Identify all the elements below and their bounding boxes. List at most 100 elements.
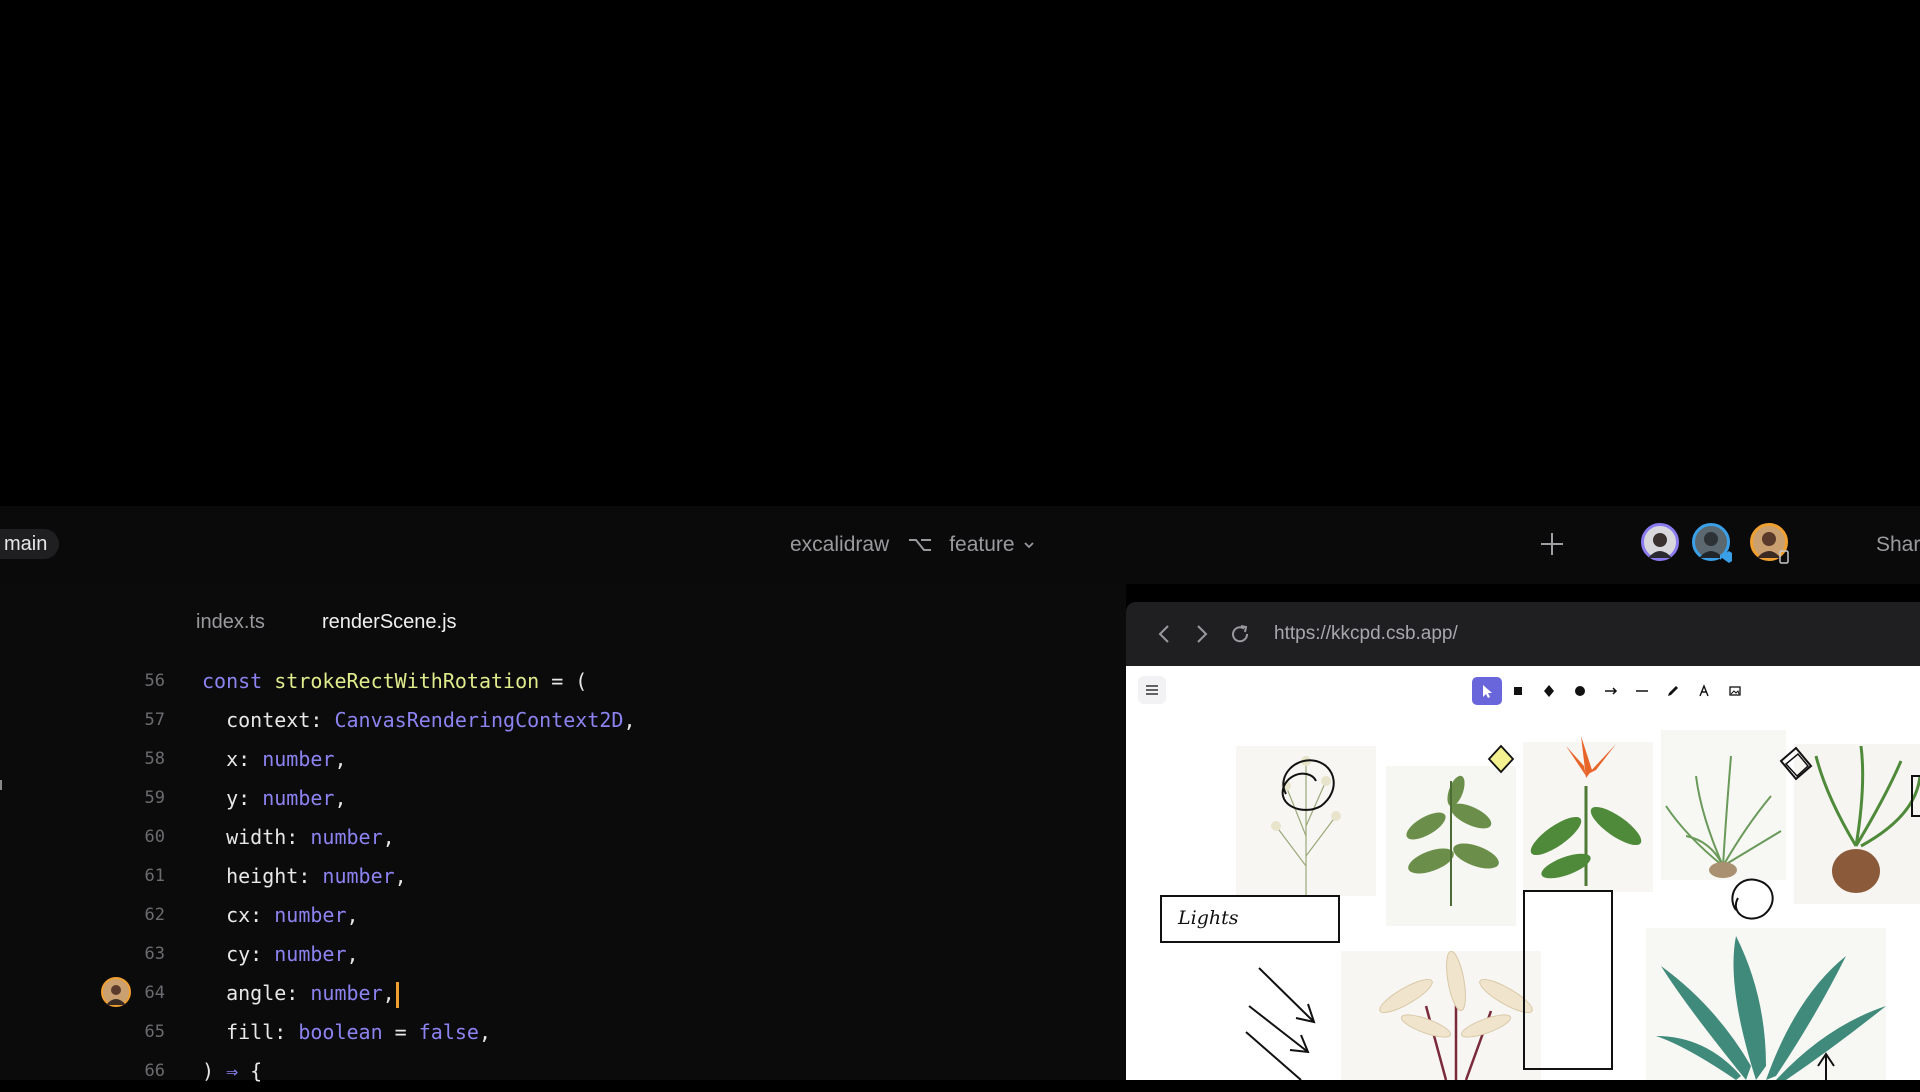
code-text[interactable]: ) ⇒ {: [202, 1053, 262, 1089]
code-text[interactable]: const strokeRectWithRotation = (: [202, 663, 587, 699]
code-token: context:: [202, 708, 335, 732]
code-token: number: [310, 981, 383, 1005]
line-number: 61: [144, 866, 165, 886]
rectangle-shape[interactable]: [1523, 890, 1613, 1070]
repo-branch-selector[interactable]: excalidraw feature: [790, 531, 1035, 559]
code-token: number: [262, 786, 335, 810]
chevron-down-icon: [1023, 541, 1035, 549]
tab-index-ts[interactable]: index.ts: [196, 608, 265, 636]
repo-name: excalidraw: [790, 533, 890, 556]
browser-preview: https://kkcpd.csb.app/ Lights: [1126, 602, 1920, 1080]
excalidraw-canvas[interactable]: Lights: [1126, 666, 1920, 1080]
chevron-left-icon: [1158, 625, 1169, 643]
address-bar[interactable]: https://kkcpd.csb.app/: [1274, 622, 1458, 646]
code-text[interactable]: y: number,: [202, 780, 347, 816]
code-line[interactable]: 66) ⇒ {: [0, 1053, 1100, 1092]
code-token: angle:: [202, 981, 311, 1005]
branch-pill-label: main: [4, 533, 48, 555]
code-line[interactable]: 57 context: CanvasRenderingContext2D,: [0, 702, 1100, 741]
code-token: cx:: [202, 903, 275, 927]
code-token: x:: [202, 747, 263, 771]
code-line[interactable]: 65 fill: boolean = false,: [0, 1014, 1100, 1053]
code-token: number: [310, 825, 383, 849]
code-token: fill:: [202, 1020, 299, 1044]
code-token: ⇒: [226, 1059, 239, 1083]
text-label-box[interactable]: Lights: [1160, 895, 1340, 943]
code-line[interactable]: 58 x: number,: [0, 741, 1100, 780]
code-token: false: [418, 1020, 479, 1044]
code-text[interactable]: height: number,: [202, 858, 407, 894]
code-line[interactable]: 59 y: number,: [0, 780, 1100, 819]
code-token: = (: [539, 669, 588, 693]
vscode-icon: [1719, 550, 1733, 564]
git-branch-icon: [907, 536, 933, 554]
line-number: 65: [144, 1022, 165, 1042]
code-text[interactable]: fill: boolean = false,: [202, 1014, 491, 1050]
share-button[interactable]: Shar: [1876, 531, 1920, 559]
reload-icon: [1232, 625, 1249, 643]
line-number: 58: [144, 749, 165, 769]
code-token: cy:: [202, 942, 275, 966]
tab-label: index.ts: [196, 611, 265, 633]
code-line[interactable]: 64 angle: number,: [0, 975, 1100, 1014]
code-line[interactable]: 56 const strokeRectWithRotation = (: [0, 663, 1100, 702]
code-token: ,: [623, 708, 636, 732]
code-text[interactable]: x: number,: [202, 741, 347, 777]
code-token: number: [322, 864, 395, 888]
reload-button[interactable]: [1228, 622, 1252, 646]
line-number: 64: [144, 983, 165, 1003]
code-token: width:: [202, 825, 311, 849]
mobile-icon: [1777, 550, 1791, 564]
text-cursor: [395, 981, 399, 1008]
add-button[interactable]: [1535, 527, 1569, 561]
code-token: ,: [334, 747, 347, 771]
code-token: =: [382, 1020, 419, 1044]
code-token: ): [202, 1059, 227, 1083]
code-token: ,: [334, 786, 347, 810]
back-button[interactable]: [1152, 622, 1176, 646]
branch-name: feature: [949, 533, 1015, 556]
code-line[interactable]: 62 cx: number,: [0, 897, 1100, 936]
line-number: 63: [144, 944, 165, 964]
code-line[interactable]: 60 width: number,: [0, 819, 1100, 858]
code-line[interactable]: 63 cy: number,: [0, 936, 1100, 975]
tab-renderscene-js[interactable]: renderScene.js: [322, 608, 457, 636]
line-number: 57: [144, 710, 165, 730]
code-text[interactable]: angle: number,: [202, 975, 399, 1011]
code-text[interactable]: width: number,: [202, 819, 395, 855]
code-token: ,: [478, 1020, 492, 1044]
avatar[interactable]: [1641, 523, 1679, 561]
code-token: ,: [382, 825, 395, 849]
avatar[interactable]: [1692, 523, 1733, 564]
line-number: 56: [144, 671, 165, 691]
code-token: ,: [346, 942, 359, 966]
code-token: number: [274, 903, 347, 927]
code-token: number: [274, 942, 347, 966]
code-text[interactable]: context: CanvasRenderingContext2D,: [202, 702, 635, 738]
code-token: ,: [346, 903, 359, 927]
code-token: CanvasRenderingContext2D: [334, 708, 624, 732]
code-token: number: [262, 747, 335, 771]
line-number: 59: [144, 788, 165, 808]
code-token: const: [202, 669, 275, 693]
browser-toolbar: https://kkcpd.csb.app/: [1126, 602, 1920, 666]
code-text[interactable]: cy: number,: [202, 936, 359, 972]
code-token: ,: [394, 864, 407, 888]
forward-button[interactable]: [1190, 622, 1214, 646]
code-text[interactable]: cx: number,: [202, 897, 359, 933]
plus-icon: [1541, 533, 1563, 555]
code-token: ,: [382, 981, 395, 1005]
collaborator-cursor-avatar: [101, 977, 131, 1007]
avatar[interactable]: [1750, 523, 1791, 564]
code-token: height:: [202, 864, 323, 888]
code-token: boolean: [298, 1020, 383, 1044]
chevron-right-icon: [1197, 625, 1208, 643]
tab-label: renderScene.js: [322, 611, 457, 633]
code-token: {: [238, 1059, 263, 1083]
plant-image[interactable]: [1646, 928, 1886, 1080]
line-number: 60: [144, 827, 165, 847]
line-number: 62: [144, 905, 165, 925]
line-number: 66: [144, 1061, 165, 1081]
branch-pill[interactable]: main: [0, 529, 60, 559]
code-line[interactable]: 61 height: number,: [0, 858, 1100, 897]
